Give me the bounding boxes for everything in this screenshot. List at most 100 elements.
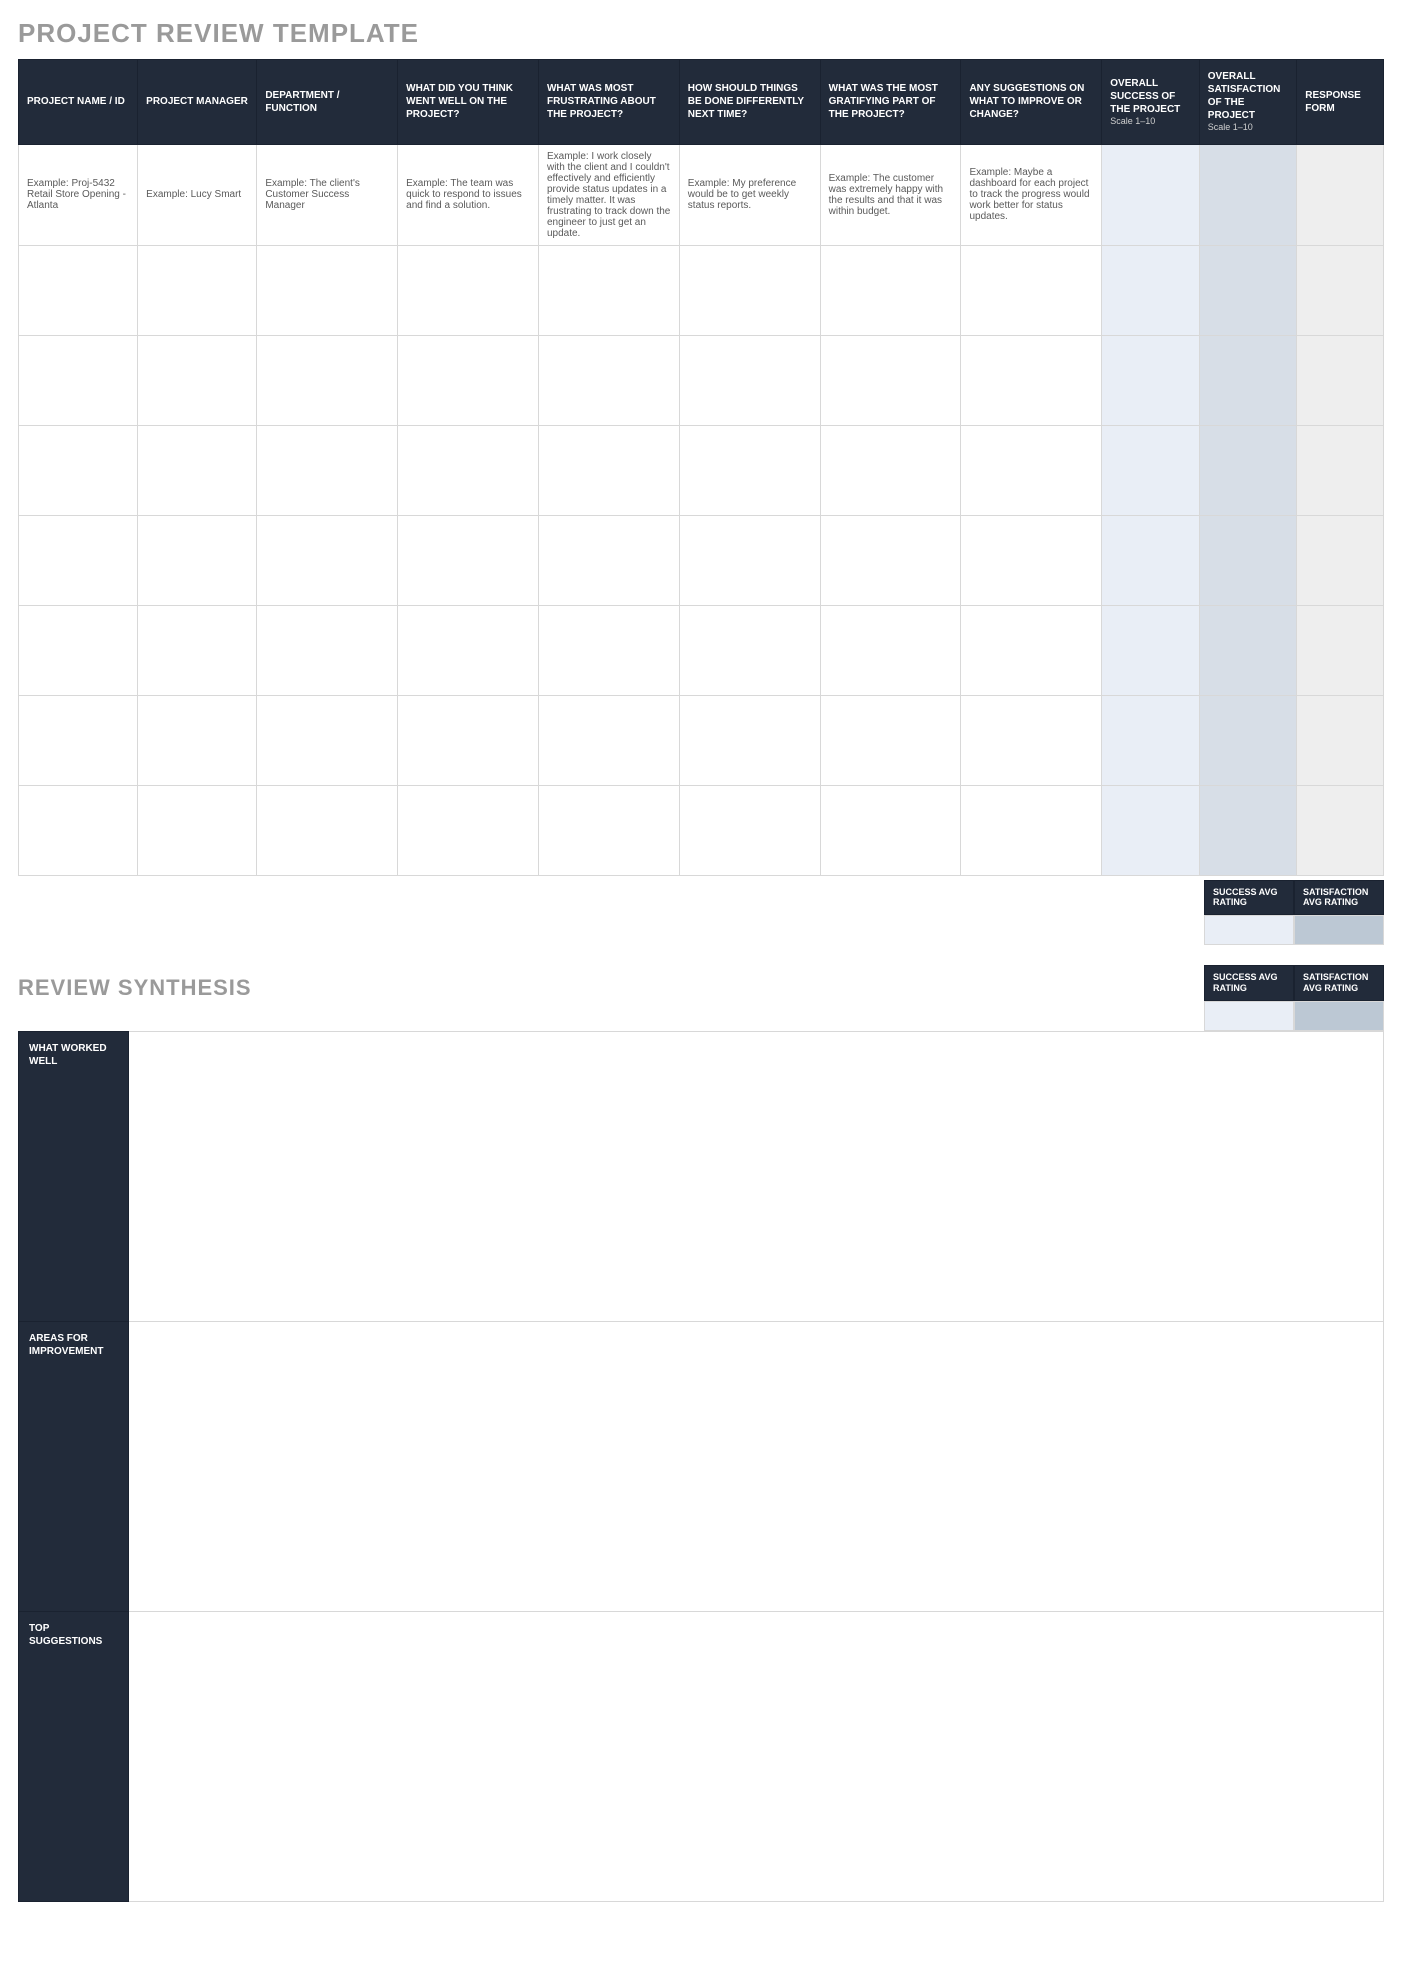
- cell-frustrating[interactable]: Example: I work closely with the client …: [538, 144, 679, 245]
- cell-satisfaction[interactable]: [1199, 785, 1297, 875]
- cell-response[interactable]: [1297, 335, 1384, 425]
- cell[interactable]: [538, 425, 679, 515]
- synth-field-suggestions[interactable]: [129, 1611, 1384, 1901]
- cell[interactable]: [138, 245, 257, 335]
- satisfaction-avg-value[interactable]: [1294, 915, 1384, 945]
- cell[interactable]: [19, 695, 138, 785]
- cell[interactable]: [820, 245, 961, 335]
- cell[interactable]: [257, 515, 398, 605]
- success-avg-value[interactable]: [1204, 1001, 1294, 1031]
- cell-response[interactable]: [1297, 605, 1384, 695]
- cell[interactable]: [257, 695, 398, 785]
- cell-response[interactable]: [1297, 425, 1384, 515]
- cell[interactable]: [19, 785, 138, 875]
- cell[interactable]: [398, 515, 539, 605]
- cell-success[interactable]: [1102, 335, 1200, 425]
- cell[interactable]: [19, 425, 138, 515]
- cell-project-name[interactable]: Example: Proj-5432 Retail Store Opening …: [19, 144, 138, 245]
- cell[interactable]: [961, 245, 1102, 335]
- cell[interactable]: [538, 335, 679, 425]
- cell-satisfaction[interactable]: [1199, 144, 1297, 245]
- cell[interactable]: [538, 785, 679, 875]
- cell[interactable]: [679, 335, 820, 425]
- cell[interactable]: [19, 605, 138, 695]
- cell[interactable]: [257, 245, 398, 335]
- cell-success[interactable]: [1102, 144, 1200, 245]
- synth-field-worked-well[interactable]: [129, 1031, 1384, 1321]
- cell-success[interactable]: [1102, 695, 1200, 785]
- cell[interactable]: [679, 515, 820, 605]
- cell[interactable]: [257, 425, 398, 515]
- cell-gratifying[interactable]: Example: The customer was extremely happ…: [820, 144, 961, 245]
- cell[interactable]: [961, 695, 1102, 785]
- cell[interactable]: [138, 605, 257, 695]
- satisfaction-avg-value[interactable]: [1294, 1001, 1384, 1031]
- cell[interactable]: [820, 605, 961, 695]
- cell-department[interactable]: Example: The client's Customer Success M…: [257, 144, 398, 245]
- cell-suggestions[interactable]: Example: Maybe a dashboard for each proj…: [961, 144, 1102, 245]
- cell[interactable]: [820, 515, 961, 605]
- cell-differently[interactable]: Example: My preference would be to get w…: [679, 144, 820, 245]
- cell[interactable]: [538, 245, 679, 335]
- cell[interactable]: [679, 605, 820, 695]
- cell-success[interactable]: [1102, 425, 1200, 515]
- cell-success[interactable]: [1102, 245, 1200, 335]
- cell[interactable]: [820, 695, 961, 785]
- cell-response[interactable]: [1297, 515, 1384, 605]
- cell[interactable]: [820, 785, 961, 875]
- cell[interactable]: [138, 425, 257, 515]
- cell[interactable]: [961, 785, 1102, 875]
- cell[interactable]: [138, 515, 257, 605]
- cell[interactable]: [138, 695, 257, 785]
- cell-success[interactable]: [1102, 785, 1200, 875]
- cell[interactable]: [820, 425, 961, 515]
- cell[interactable]: [538, 605, 679, 695]
- cell-satisfaction[interactable]: [1199, 335, 1297, 425]
- cell[interactable]: [679, 695, 820, 785]
- cell-went-well[interactable]: Example: The team was quick to respond t…: [398, 144, 539, 245]
- col-project-manager: PROJECT MANAGER: [138, 60, 257, 145]
- cell-satisfaction[interactable]: [1199, 245, 1297, 335]
- cell-project-manager[interactable]: Example: Lucy Smart: [138, 144, 257, 245]
- cell[interactable]: [257, 605, 398, 695]
- table-row: [19, 695, 1384, 785]
- cell[interactable]: [138, 785, 257, 875]
- synth-field-improvement[interactable]: [129, 1321, 1384, 1611]
- cell[interactable]: [257, 335, 398, 425]
- cell-success[interactable]: [1102, 515, 1200, 605]
- cell-satisfaction[interactable]: [1199, 605, 1297, 695]
- cell[interactable]: [398, 785, 539, 875]
- cell[interactable]: [538, 515, 679, 605]
- cell[interactable]: [398, 245, 539, 335]
- cell[interactable]: [398, 425, 539, 515]
- cell[interactable]: [19, 245, 138, 335]
- cell[interactable]: [679, 245, 820, 335]
- cell[interactable]: [257, 785, 398, 875]
- cell[interactable]: [961, 515, 1102, 605]
- cell-response[interactable]: [1297, 695, 1384, 785]
- cell[interactable]: [398, 605, 539, 695]
- success-avg-label: SUCCESS AVG RATING: [1204, 880, 1294, 916]
- success-avg-value[interactable]: [1204, 915, 1294, 945]
- cell-response[interactable]: [1297, 144, 1384, 245]
- cell[interactable]: [961, 425, 1102, 515]
- cell[interactable]: [679, 425, 820, 515]
- cell[interactable]: [19, 335, 138, 425]
- cell[interactable]: [538, 695, 679, 785]
- cell-satisfaction[interactable]: [1199, 515, 1297, 605]
- cell-success[interactable]: [1102, 605, 1200, 695]
- table-row: [19, 785, 1384, 875]
- cell[interactable]: [679, 785, 820, 875]
- cell-response[interactable]: [1297, 785, 1384, 875]
- cell-satisfaction[interactable]: [1199, 695, 1297, 785]
- cell[interactable]: [138, 335, 257, 425]
- cell[interactable]: [398, 335, 539, 425]
- cell[interactable]: [961, 605, 1102, 695]
- cell-satisfaction[interactable]: [1199, 425, 1297, 515]
- cell[interactable]: [19, 515, 138, 605]
- cell[interactable]: [820, 335, 961, 425]
- cell-response[interactable]: [1297, 245, 1384, 335]
- synth-row-worked-well: WHAT WORKED WELL: [19, 1031, 1384, 1321]
- cell[interactable]: [398, 695, 539, 785]
- cell[interactable]: [961, 335, 1102, 425]
